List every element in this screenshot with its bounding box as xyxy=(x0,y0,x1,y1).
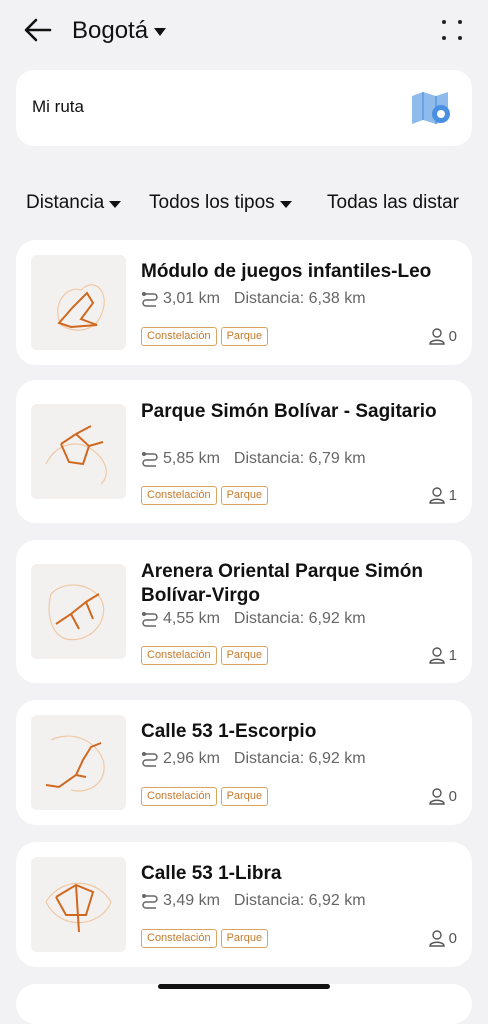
home-indicator[interactable] xyxy=(158,984,330,989)
tag-constellation: Constelación xyxy=(141,787,217,806)
route-length-icon xyxy=(142,452,158,467)
route-tags: Constelación Parque xyxy=(141,646,269,665)
sagittarius-constellation-icon xyxy=(45,425,107,485)
constellation-thumbnail xyxy=(31,564,126,659)
route-title: Módulo de juegos infantiles-Leo xyxy=(141,261,432,282)
filter-type[interactable]: Todos los tipos xyxy=(149,192,292,214)
chevron-down-icon xyxy=(109,200,122,208)
route-meta: 4,55 km Distancia: 6,92 km xyxy=(141,610,366,628)
tag-park: Parque xyxy=(220,327,269,346)
user-icon xyxy=(428,487,445,504)
tag-constellation: Constelación xyxy=(141,646,217,665)
filter-distance[interactable]: Distancia xyxy=(26,192,122,214)
route-meta: 2,96 km Distancia: 6,92 km xyxy=(141,750,366,768)
constellation-thumbnail xyxy=(31,857,126,952)
route-length-icon xyxy=(142,292,158,307)
user-count: 1 xyxy=(428,646,457,664)
map-icon xyxy=(412,92,450,124)
tag-constellation: Constelación xyxy=(141,929,217,948)
user-count-value: 0 xyxy=(448,929,457,947)
my-route-label: Mi ruta xyxy=(32,97,84,116)
libra-constellation-icon xyxy=(45,882,112,933)
route-length-icon xyxy=(142,894,158,909)
user-count: 0 xyxy=(428,929,457,947)
city-name: Bogotá xyxy=(72,17,149,44)
filter-all-distances-label: Todas las distar xyxy=(327,192,460,213)
route-tags: Constelación Parque xyxy=(141,787,269,806)
route-title: Calle 53 1-Escorpio xyxy=(141,721,317,742)
route-distance: Distancia: 6,79 km xyxy=(233,450,366,467)
route-card-escorpio[interactable]: Calle 53 1-Escorpio 2,96 km Distancia: 6… xyxy=(16,700,472,825)
route-meta: 3,49 km Distancia: 6,92 km xyxy=(141,892,366,910)
user-count: 1 xyxy=(428,486,457,504)
tag-constellation: Constelación xyxy=(141,327,217,346)
tag-park: Parque xyxy=(220,486,269,505)
arrow-left-icon xyxy=(24,18,52,42)
user-count-value: 1 xyxy=(448,646,457,664)
route-distance: Distancia: 6,92 km xyxy=(233,610,366,627)
scorpio-constellation-icon xyxy=(45,735,105,792)
route-meta: 5,85 km Distancia: 6,79 km xyxy=(141,450,366,468)
route-card-libra[interactable]: Calle 53 1-Libra 3,49 km Distancia: 6,92… xyxy=(16,842,472,967)
constellation-thumbnail xyxy=(31,404,126,499)
tag-constellation: Constelación xyxy=(141,486,217,505)
grid-dots-icon xyxy=(442,20,446,24)
chevron-down-icon xyxy=(154,28,167,36)
filter-distance-label: Distancia xyxy=(26,192,105,213)
filter-bar: Distancia Todos los tipos Todas las dist… xyxy=(0,186,488,222)
virgo-constellation-icon xyxy=(48,584,105,641)
route-card-sagitario[interactable]: Parque Simón Bolívar - Sagitario 5,85 km… xyxy=(16,380,472,523)
tag-park: Parque xyxy=(220,646,269,665)
route-tags: Constelación Parque xyxy=(141,327,269,346)
route-length-icon xyxy=(142,752,158,767)
route-meta: 3,01 km Distancia: 6,38 km xyxy=(141,290,366,308)
chevron-down-icon xyxy=(279,200,292,208)
route-length: 2,96 km xyxy=(163,750,220,767)
filter-all-distances[interactable]: Todas las distar xyxy=(327,192,459,214)
tag-park: Parque xyxy=(220,929,269,948)
route-title: Arenera Oriental Parque Simón Bolívar-Vi… xyxy=(141,561,423,606)
app-header: Bogotá xyxy=(0,0,488,62)
user-icon xyxy=(428,930,445,947)
user-count-value: 0 xyxy=(448,787,457,805)
user-icon xyxy=(428,788,445,805)
tag-park: Parque xyxy=(220,787,269,806)
route-length: 5,85 km xyxy=(163,450,220,467)
route-card-leo[interactable]: Módulo de juegos infantiles-Leo 3,01 km … xyxy=(16,240,472,365)
constellation-thumbnail xyxy=(31,715,126,810)
route-length-icon xyxy=(142,612,158,627)
route-title: Parque Simón Bolívar - Sagitario xyxy=(141,401,437,422)
user-icon xyxy=(428,647,445,664)
route-length: 3,49 km xyxy=(163,892,220,909)
route-length: 3,01 km xyxy=(163,290,220,307)
constellation-thumbnail xyxy=(31,255,126,350)
route-tags: Constelación Parque xyxy=(141,929,269,948)
more-options-button[interactable] xyxy=(440,18,466,44)
route-title: Calle 53 1-Libra xyxy=(141,863,282,884)
route-distance: Distancia: 6,92 km xyxy=(233,750,366,767)
route-card-partial[interactable] xyxy=(16,984,472,1024)
user-icon xyxy=(428,328,445,345)
leo-constellation-icon xyxy=(57,284,105,331)
route-card-virgo[interactable]: Arenera Oriental Parque Simón Bolívar-Vi… xyxy=(16,540,472,683)
user-count: 0 xyxy=(428,327,457,345)
user-count-value: 0 xyxy=(448,327,457,345)
my-route-card[interactable]: Mi ruta xyxy=(16,70,472,146)
filter-type-label: Todos los tipos xyxy=(149,192,275,213)
city-selector[interactable]: Bogotá xyxy=(72,14,167,48)
route-length: 4,55 km xyxy=(163,610,220,627)
route-distance: Distancia: 6,92 km xyxy=(233,892,366,909)
back-button[interactable] xyxy=(20,12,56,48)
route-distance: Distancia: 6,38 km xyxy=(233,290,366,307)
route-tags: Constelación Parque xyxy=(141,486,269,505)
user-count: 0 xyxy=(428,787,457,805)
user-count-value: 1 xyxy=(448,486,457,504)
